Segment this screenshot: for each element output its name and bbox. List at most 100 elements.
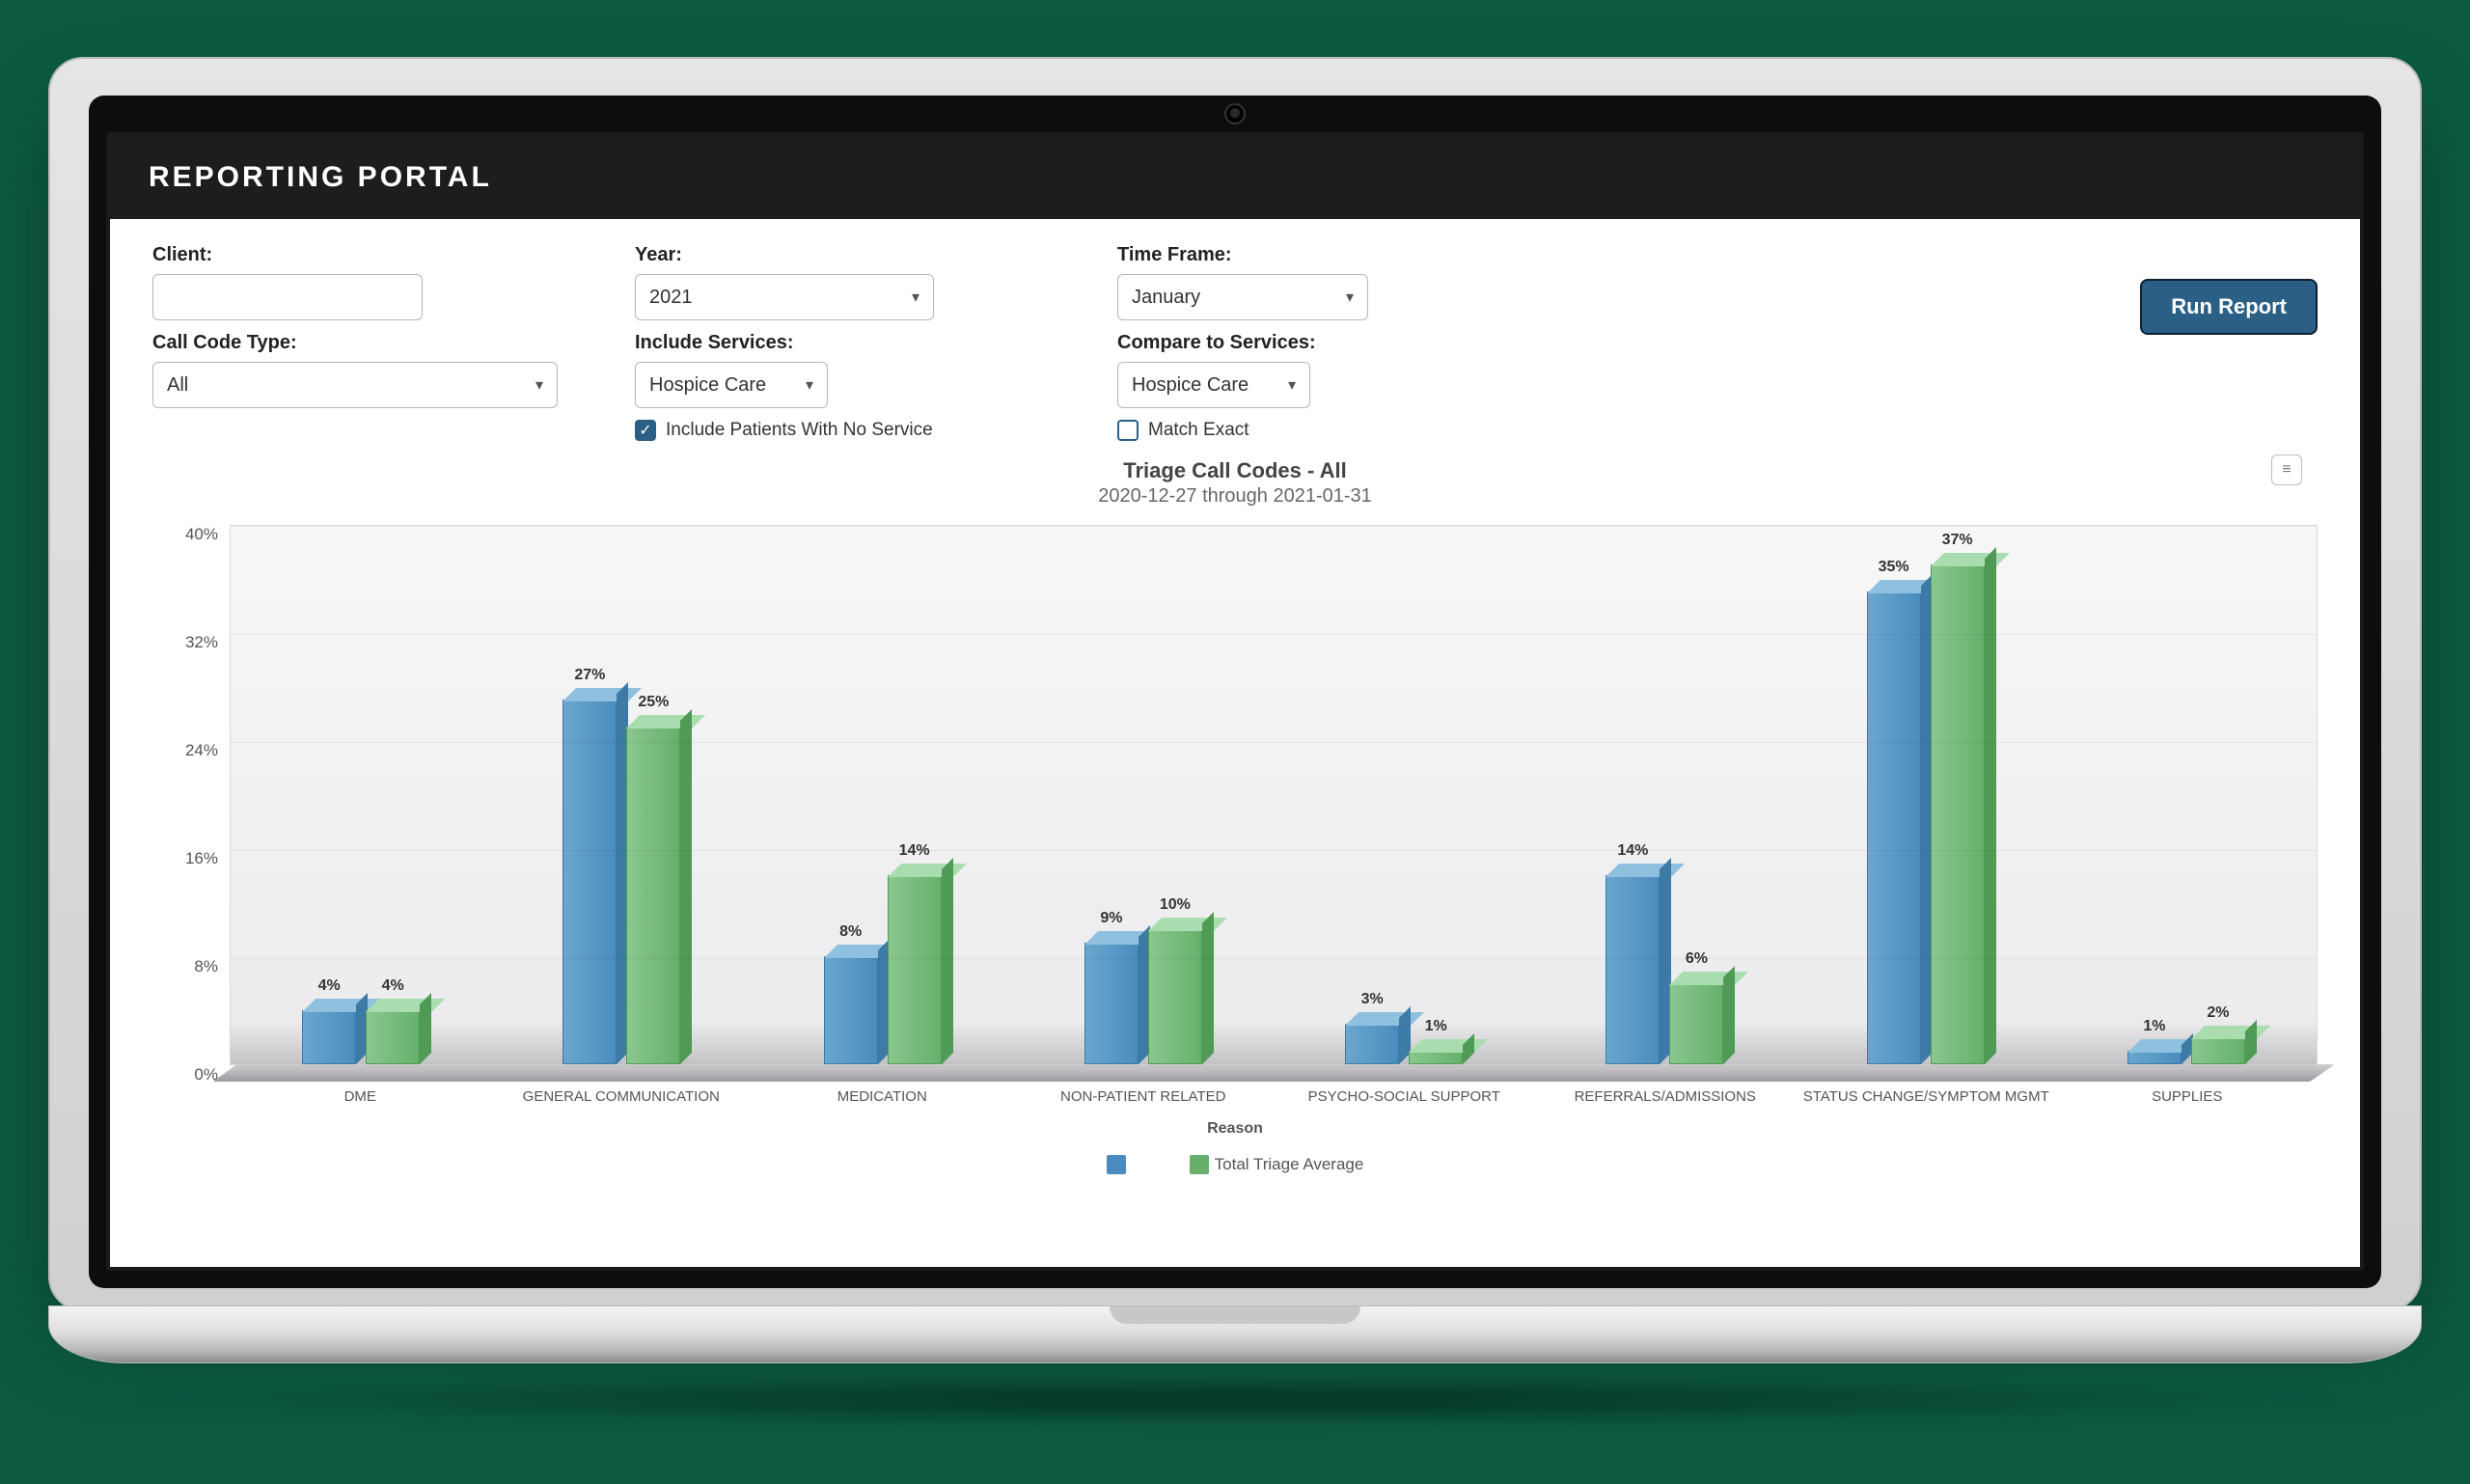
x-tick-label: DME: [230, 1088, 491, 1107]
compare-services-select[interactable]: Hospice Care ▾: [1117, 362, 1310, 408]
bar-value-label: 10%: [1160, 896, 1191, 914]
app-window: REPORTING PORTAL Client: Year: 2021 ▾: [106, 132, 2364, 1271]
bar-group: 27%25%: [491, 526, 752, 1064]
filter-bar: Client: Year: 2021 ▾ Time Frame: Janua: [110, 219, 2360, 449]
chart-plot: 0%8%16%24%32%40% 4%4%27%25%8%14%9%10%3%1…: [152, 525, 2318, 1065]
caret-down-icon: ▾: [1288, 375, 1296, 395]
timeframe-label: Time Frame:: [1117, 244, 1600, 266]
year-select-value: 2021: [649, 287, 693, 309]
laptop-lid: REPORTING PORTAL Client: Year: 2021 ▾: [48, 57, 2422, 1311]
bars-row: 4%4%27%25%8%14%9%10%3%1%14%6%35%37%1%2%: [231, 526, 2317, 1064]
bar-series-b[interactable]: 14%: [888, 875, 942, 1064]
client-input[interactable]: [152, 274, 423, 320]
bar-value-label: 35%: [1879, 559, 1909, 576]
callcode-select[interactable]: All ▾: [152, 362, 558, 408]
timeframe-select[interactable]: January ▾: [1117, 274, 1368, 320]
timeframe-select-value: January: [1132, 287, 1200, 309]
bar-group: 14%6%: [1534, 526, 1795, 1064]
bar-series-b[interactable]: 6%: [1669, 983, 1723, 1064]
include-no-service-checkbox[interactable]: ✓: [635, 420, 656, 441]
bar-value-label: 8%: [839, 923, 862, 941]
bar-value-label: 14%: [899, 842, 930, 860]
chevron-down-icon: ▾: [1346, 288, 1354, 307]
bar-value-label: 4%: [318, 977, 341, 995]
bar-series-a[interactable]: 35%: [1867, 591, 1921, 1064]
legend-item-series-b[interactable]: Total Triage Average: [1190, 1155, 1364, 1175]
chart-legend: Total Triage Average: [152, 1155, 2318, 1175]
x-tick-label: REFERRALS/ADMISSIONS: [1535, 1088, 1797, 1107]
x-tick-label: STATUS CHANGE/SYMPTOM MGMT: [1796, 1088, 2057, 1107]
bar-series-a[interactable]: 4%: [302, 1010, 356, 1064]
bar-value-label: 2%: [2207, 1004, 2229, 1022]
x-tick-label: GENERAL COMMUNICATION: [491, 1088, 753, 1107]
page-title: REPORTING PORTAL: [110, 136, 2360, 219]
x-tick-label: SUPPLIES: [2057, 1088, 2319, 1107]
bar-series-a[interactable]: 1%: [2127, 1051, 2182, 1064]
y-tick-label: 0%: [194, 1065, 218, 1085]
bar-value-label: 1%: [2143, 1018, 2165, 1035]
match-exact-label: Match Exact: [1148, 420, 1249, 441]
bar-series-a[interactable]: 8%: [824, 956, 878, 1064]
y-tick-label: 16%: [185, 849, 218, 868]
bar-series-b[interactable]: 4%: [366, 1010, 420, 1064]
laptop-shadow: [106, 1373, 2364, 1427]
y-tick-label: 32%: [185, 633, 218, 652]
include-no-service-label: Include Patients With No Service: [666, 420, 933, 441]
bar-value-label: 37%: [1942, 532, 1973, 549]
bar-group: 3% 1%: [1274, 526, 1534, 1064]
bar-series-a[interactable]: 27%: [563, 700, 617, 1064]
bar-value-label: 4%: [382, 977, 404, 995]
webcam-icon: [1224, 103, 1246, 124]
x-axis-label: Reason: [152, 1120, 2318, 1138]
bar-group: 35%37%: [1796, 526, 2056, 1064]
x-tick-label: MEDICATION: [752, 1088, 1013, 1107]
chart-menu-button[interactable]: ≡: [2271, 454, 2302, 485]
include-services-select[interactable]: Hospice Care ▾: [635, 362, 828, 408]
x-tick-label: PSYCHO-SOCIAL SUPPORT: [1274, 1088, 1535, 1107]
bar-value-label: 1%: [1425, 1018, 1447, 1035]
bar-series-b[interactable]: 2%: [2191, 1037, 2245, 1064]
bar-group: 9%10%: [1013, 526, 1274, 1064]
legend-swatch-blue: [1107, 1155, 1126, 1174]
y-tick-label: 24%: [185, 741, 218, 760]
callcode-label: Call Code Type:: [152, 332, 596, 354]
bar-series-a[interactable]: 9%: [1084, 943, 1139, 1064]
bar-series-a[interactable]: 14%: [1606, 875, 1660, 1064]
bar-series-b[interactable]: 1%: [1409, 1051, 1463, 1064]
chevron-down-icon: ▾: [912, 288, 919, 307]
x-tick-label: NON-PATIENT RELATED: [1013, 1088, 1275, 1107]
legend-item-series-a[interactable]: [1107, 1155, 1132, 1175]
bar-group: 8%14%: [753, 526, 1013, 1064]
bar-series-b[interactable]: 10%: [1148, 929, 1202, 1064]
plot-area: 4%4%27%25%8%14%9%10%3%1%14%6%35%37%1%2%: [230, 525, 2318, 1065]
bar-series-b[interactable]: 37%: [1931, 564, 1985, 1064]
bar-value-label: 3%: [1361, 991, 1384, 1008]
bar-value-label: 6%: [1686, 950, 1708, 968]
bar-value-label: 25%: [638, 694, 669, 711]
bar-value-label: 27%: [574, 667, 605, 684]
match-exact-checkbox[interactable]: [1117, 420, 1139, 441]
screen-bezel: REPORTING PORTAL Client: Year: 2021 ▾: [89, 96, 2381, 1288]
compare-services-label: Compare to Services:: [1117, 332, 1600, 354]
year-label: Year:: [635, 244, 1079, 266]
bar-value-label: 14%: [1617, 842, 1648, 860]
laptop-base: [48, 1305, 2422, 1363]
legend-label-b: Total Triage Average: [1215, 1155, 1364, 1173]
chart-subtitle: 2020-12-27 through 2021-01-31: [152, 485, 2318, 508]
bar-series-a[interactable]: 3%: [1345, 1024, 1399, 1064]
legend-swatch-green: [1190, 1155, 1209, 1174]
chart-container: ≡ Triage Call Codes - All 2020-12-27 thr…: [110, 449, 2360, 1194]
year-select[interactable]: 2021 ▾: [635, 274, 934, 320]
bar-value-label: 9%: [1100, 910, 1122, 927]
include-services-label: Include Services:: [635, 332, 1079, 354]
laptop-notch: [1110, 1306, 1360, 1324]
callcode-select-value: All: [167, 374, 188, 397]
client-label: Client:: [152, 244, 596, 266]
laptop-mockup: REPORTING PORTAL Client: Year: 2021 ▾: [48, 57, 2422, 1427]
bar-group: 4%4%: [231, 526, 491, 1064]
bar-group: 1% 2%: [2056, 526, 2317, 1064]
y-tick-label: 40%: [185, 525, 218, 544]
run-report-button[interactable]: Run Report: [2140, 279, 2318, 335]
bar-series-b[interactable]: 25%: [626, 727, 680, 1064]
caret-down-icon: ▾: [806, 375, 813, 395]
